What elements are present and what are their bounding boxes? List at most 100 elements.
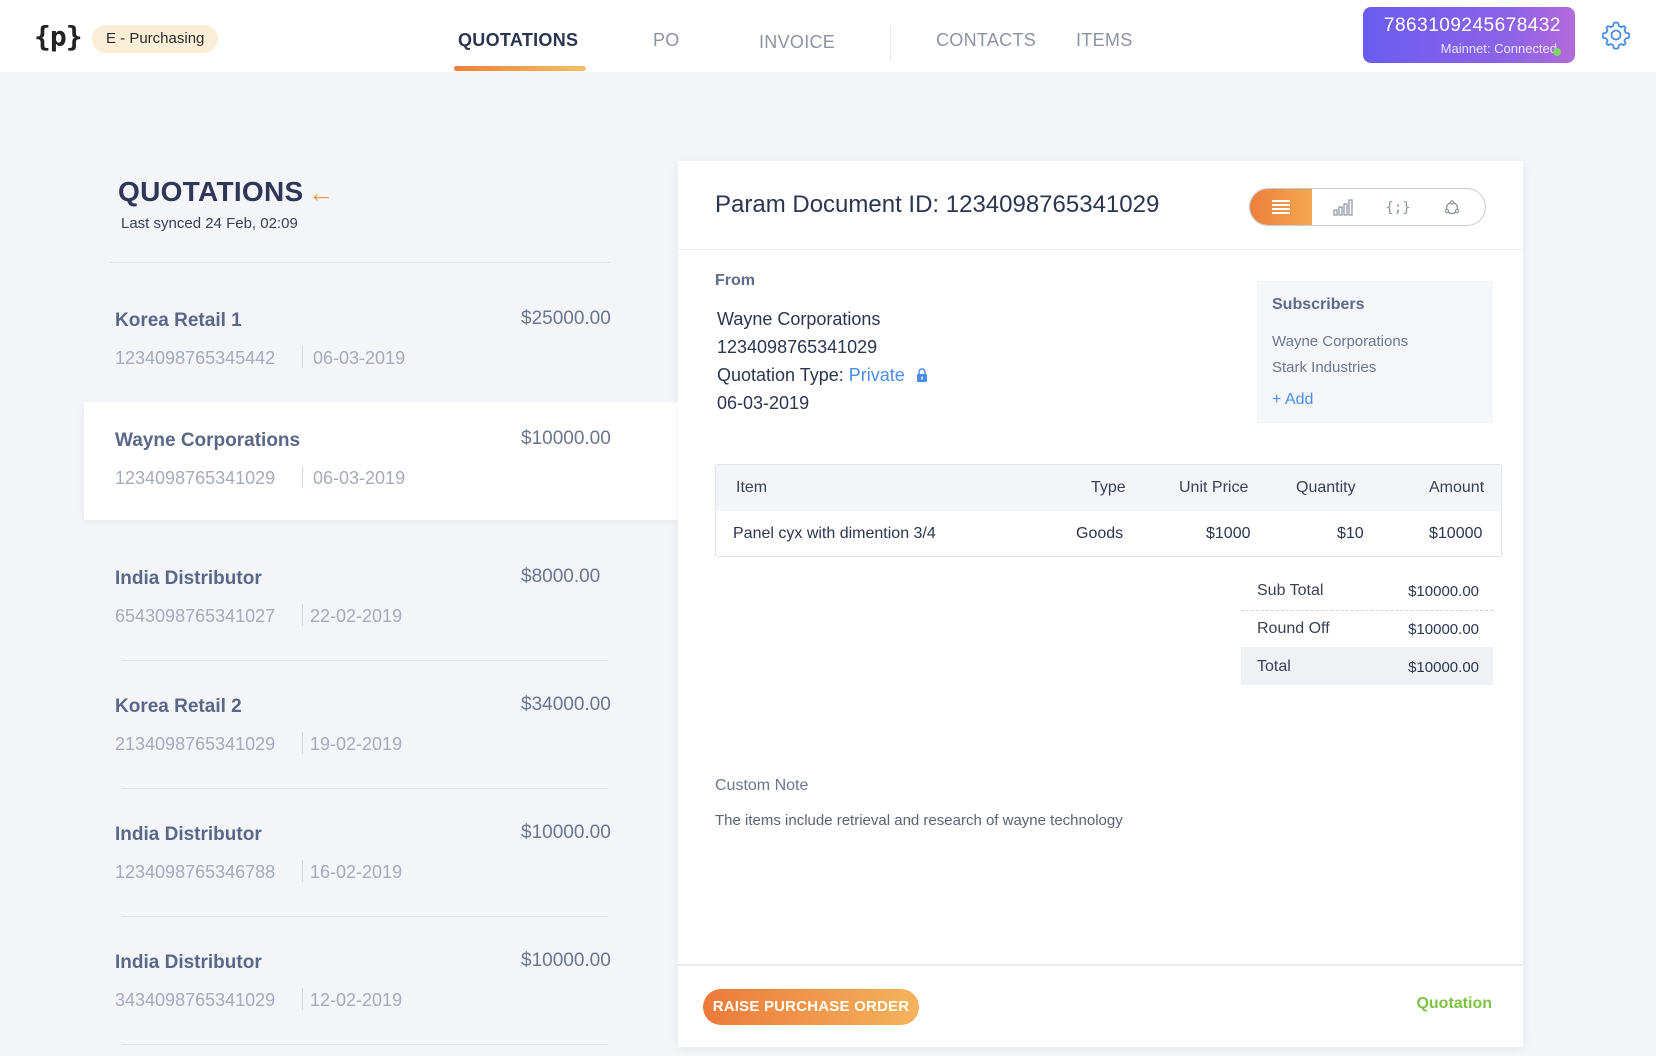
- from-label: From: [715, 272, 755, 289]
- from-company: Wayne Corporations: [717, 309, 881, 329]
- quotation-company: Wayne Corporations: [115, 430, 301, 451]
- quotation-company: India Distributor: [115, 824, 262, 845]
- footer-divider: [678, 964, 1523, 966]
- tab-invoice[interactable]: INVOICE: [759, 32, 835, 53]
- code-braces-icon: {;}: [1385, 200, 1410, 216]
- quotation-list-item[interactable]: India Distributor $10000.00 123409876534…: [84, 796, 678, 914]
- view-toggle: {;}: [1249, 188, 1486, 226]
- list-divider: [122, 788, 608, 789]
- last-synced-text: Last synced 24 Feb, 02:09: [121, 215, 298, 232]
- raise-purchase-order-button[interactable]: RAISE PURCHASE ORDER: [703, 989, 919, 1025]
- quotation-list-item-selected[interactable]: Wayne Corporations $10000.00 12340987653…: [84, 402, 678, 520]
- separator: [302, 466, 303, 488]
- column-header-item: Item: [736, 479, 768, 496]
- quotation-amount: $10000.00: [521, 950, 611, 971]
- round-off-label: Round Off: [1257, 620, 1330, 637]
- total-value: $10000.00: [1408, 659, 1479, 676]
- column-header-type: Type: [1091, 479, 1126, 496]
- quotation-company: India Distributor: [115, 568, 262, 589]
- quotation-list-item[interactable]: Korea Retail 1 $25000.00 123409876534544…: [84, 282, 678, 400]
- nav-divider: [890, 26, 891, 60]
- quotation-amount: $34000.00: [521, 694, 611, 715]
- gear-icon[interactable]: [1601, 20, 1631, 50]
- quotation-amount: $10000.00: [521, 822, 611, 843]
- list-divider: [122, 916, 608, 917]
- quotation-company: India Distributor: [115, 952, 262, 973]
- total-label: Total: [1257, 658, 1291, 675]
- quotation-company: Korea Retail 1: [115, 310, 242, 331]
- quotation-id: 1234098765341029: [115, 468, 276, 488]
- account-button[interactable]: 7863109245678432 Mainnet: Connected: [1363, 7, 1575, 63]
- round-off-value: $10000.00: [1408, 621, 1479, 638]
- account-number: 7863109245678432: [1383, 15, 1561, 36]
- quotation-list-item[interactable]: Korea Retail 2 $34000.00 213409876534102…: [84, 668, 678, 786]
- svg-text:{;}: {;}: [1385, 200, 1410, 216]
- separator: [302, 988, 303, 1010]
- list-icon: [1272, 200, 1290, 214]
- quotation-date: 06-03-2019: [313, 348, 406, 368]
- quotation-id: 1234098765345442: [115, 348, 276, 368]
- quotation-list-item[interactable]: India Distributor $8000.00 6543098765341…: [84, 540, 678, 658]
- quotation-amount: $25000.00: [521, 308, 611, 329]
- quotation-list-item[interactable]: India Distributor $10000.00 343409876534…: [84, 924, 678, 1042]
- quotation-date: 12-02-2019: [310, 990, 403, 1010]
- arrow-left-icon[interactable]: ←: [308, 178, 334, 209]
- network-view-button[interactable]: [1424, 189, 1480, 225]
- document-title: Param Document ID: 1234098765341029: [715, 191, 1160, 218]
- quotation-type-label: Quotation Type:: [717, 365, 844, 385]
- tab-items[interactable]: ITEMS: [1076, 30, 1133, 51]
- subscribers-title: Subscribers: [1272, 296, 1365, 313]
- network-status: Mainnet: Connected: [1440, 41, 1557, 56]
- separator: [302, 346, 303, 368]
- top-bar: {p} E - Purchasing QUOTATIONS PO INVOICE…: [0, 0, 1656, 72]
- quotation-type-row: Quotation Type: Private: [717, 365, 928, 386]
- quotation-amount: $8000.00: [521, 566, 601, 587]
- from-id: 1234098765341029: [717, 337, 878, 357]
- tab-po[interactable]: PO: [653, 30, 680, 51]
- list-view-button[interactable]: [1250, 189, 1312, 225]
- custom-note-text: The items include retrieval and research…: [715, 812, 1123, 829]
- tab-quotations[interactable]: QUOTATIONS: [458, 30, 578, 51]
- quotation-date: 06-03-2019: [313, 468, 406, 488]
- from-date: 06-03-2019: [717, 393, 810, 413]
- tab-contacts[interactable]: CONTACTS: [936, 30, 1036, 51]
- item-unit-price-cell: $1000: [1206, 525, 1251, 542]
- separator: [302, 732, 303, 754]
- quotation-date: 19-02-2019: [310, 734, 403, 754]
- app-name-badge: E - Purchasing: [92, 25, 219, 53]
- list-divider: [122, 1044, 608, 1045]
- active-tab-indicator: [454, 66, 586, 71]
- subscriber-item: Wayne Corporations: [1272, 333, 1409, 350]
- quotation-date: 22-02-2019: [310, 606, 403, 626]
- sub-total-row: Sub Total $10000.00: [1241, 571, 1493, 609]
- quotation-id: 6543098765341027: [115, 606, 276, 626]
- quotation-id: 3434098765341029: [115, 990, 276, 1010]
- code-view-button[interactable]: {;}: [1370, 189, 1426, 225]
- lock-icon: [916, 368, 927, 382]
- network-icon: [1444, 200, 1460, 215]
- list-title: QUOTATIONS: [118, 176, 304, 207]
- item-name-cell: Panel cyx with dimention 3/4: [733, 525, 936, 542]
- subscribers-panel: Subscribers Wayne Corporations Stark Ind…: [1257, 281, 1493, 423]
- app-logo[interactable]: {p}: [34, 20, 83, 53]
- item-type-cell: Goods: [1076, 525, 1124, 542]
- round-off-row: Round Off $10000.00: [1241, 609, 1493, 647]
- sub-total-value: $10000.00: [1408, 583, 1479, 600]
- quotation-amount: $10000.00: [521, 428, 611, 449]
- item-amount-cell: $10000: [1429, 525, 1483, 542]
- custom-note-label: Custom Note: [715, 777, 809, 794]
- column-header-unit-price: Unit Price: [1179, 479, 1249, 496]
- column-header-amount: Amount: [1429, 479, 1485, 496]
- quotation-id: 2134098765341029: [115, 734, 276, 754]
- sub-total-label: Sub Total: [1257, 582, 1324, 599]
- items-table: Item Type Unit Price Quantity Amount Pan…: [715, 464, 1502, 557]
- item-quantity-cell: $10: [1337, 525, 1364, 542]
- add-subscriber-button[interactable]: + Add: [1272, 391, 1313, 409]
- quotation-company: Korea Retail 2: [115, 696, 242, 717]
- list-divider: [110, 262, 610, 263]
- bar-chart-icon: [1333, 199, 1353, 216]
- subscriber-item: Stark Industries: [1272, 359, 1377, 376]
- chart-view-button[interactable]: [1316, 189, 1372, 225]
- quotation-type-value[interactable]: Private: [849, 365, 905, 385]
- list-divider: [122, 660, 608, 661]
